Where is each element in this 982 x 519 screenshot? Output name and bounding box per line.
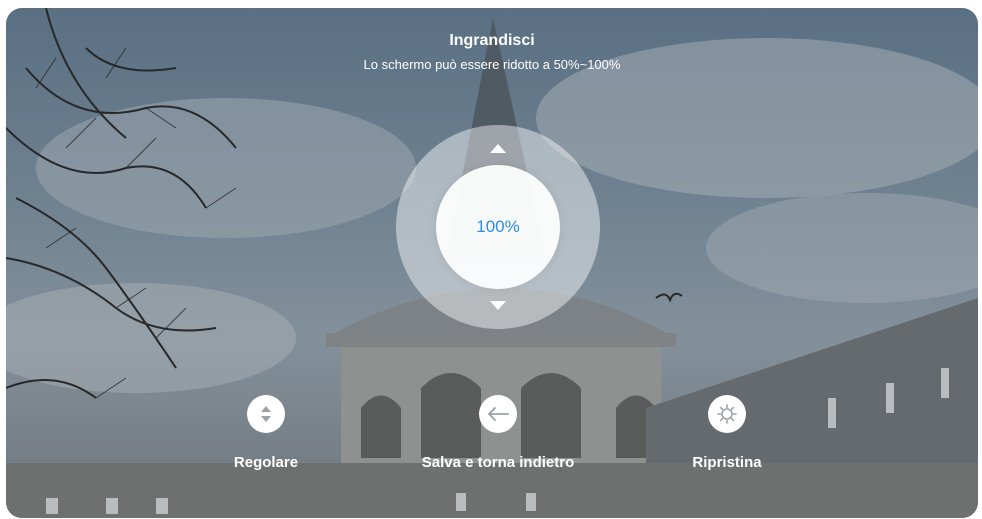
up-down-icon: [247, 395, 285, 433]
adjust-button-label: Regolare: [233, 454, 299, 471]
save-and-back-button-label: Salva e torna indietro: [421, 454, 575, 471]
adjust-button[interactable]: Regolare: [166, 395, 366, 473]
page-title: Ingrandisci: [449, 32, 535, 49]
zoom-decrease-arrow-icon[interactable]: [490, 301, 506, 310]
arrow-left-icon: [479, 395, 517, 433]
header: Ingrandisci Lo schermo può essere ridott…: [6, 30, 978, 74]
zoom-value-display: 100%: [436, 165, 560, 289]
gear-icon: [708, 395, 746, 433]
zoom-settings-screen: Ingrandisci Lo schermo può essere ridott…: [6, 8, 978, 518]
zoom-value-label: 100%: [476, 217, 520, 236]
reset-button[interactable]: Ripristina: [627, 395, 827, 473]
page-subtitle: Lo schermo può essere ridotto a 50%~100%: [363, 57, 621, 72]
zoom-dial[interactable]: 100%: [396, 125, 600, 329]
reset-button-label: Ripristina: [692, 454, 762, 471]
save-and-back-button[interactable]: Salva e torna indietro: [398, 395, 598, 473]
zoom-increase-arrow-icon[interactable]: [490, 144, 506, 153]
